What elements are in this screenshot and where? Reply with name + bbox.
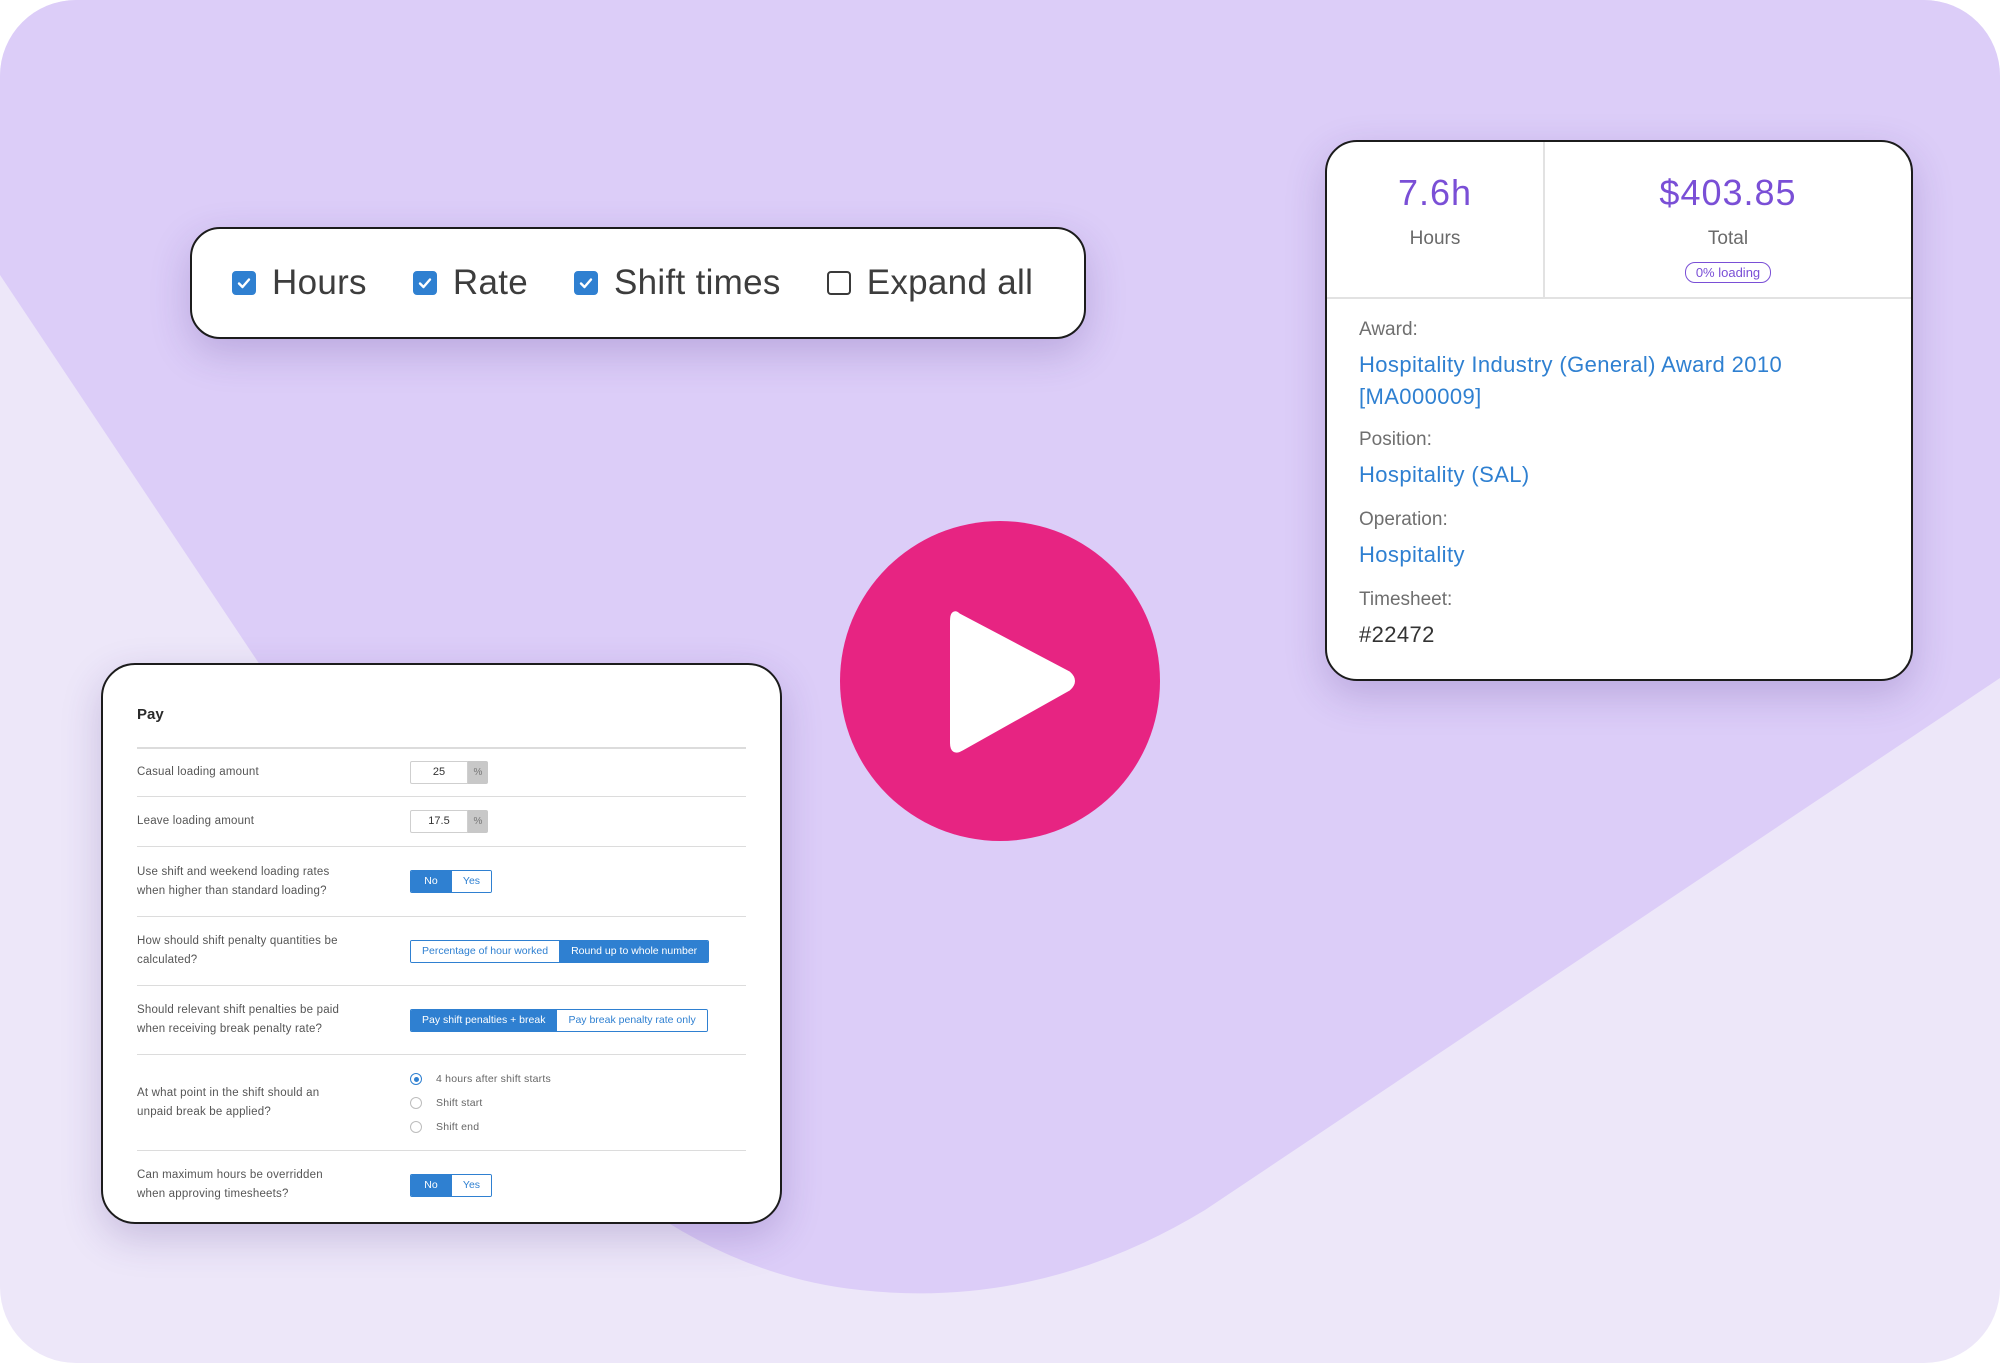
radio-label: Shift start — [436, 1097, 483, 1109]
label-line: At what point in the shift should an — [137, 1086, 320, 1099]
penalty-quantities-row: How should shift penalty quantities be c… — [137, 917, 746, 986]
filter-shift-times-label: Shift times — [614, 263, 781, 302]
casual-loading-label: Casual loading amount — [137, 766, 259, 778]
radio-4-hours-after-start[interactable]: 4 hours after shift starts — [410, 1067, 551, 1091]
pay-penalties-and-break-option[interactable]: Pay shift penalties + break — [411, 1009, 557, 1031]
label-line: Can maximum hours be overridden — [137, 1169, 323, 1181]
pay-break-rate-only-option[interactable]: Pay break penalty rate only — [556, 1009, 707, 1031]
max-hours-override-row: Can maximum hours be overridden when app… — [137, 1151, 746, 1219]
penalty-quantities-toggle: Percentage of hour worked Round up to wh… — [410, 939, 710, 963]
yes-option[interactable]: Yes — [451, 1174, 491, 1196]
play-icon — [950, 611, 1075, 753]
casual-loading-field: 25 % — [410, 761, 488, 784]
operation-link[interactable]: Hospitality — [1359, 539, 1879, 571]
filter-hours[interactable]: Hours — [232, 263, 367, 303]
unpaid-break-row: At what point in the shift should an unp… — [137, 1055, 746, 1151]
total-label: Total — [1707, 228, 1749, 249]
award-name: Hospitality Industry (General) Award 201… — [1359, 352, 1783, 377]
break-penalty-toggle: Pay shift penalties + break Pay break pe… — [410, 1008, 708, 1032]
break-penalty-row: Should relevant shift penalties be paid … — [137, 986, 746, 1055]
total-stat: $403.85 Total 0% loading — [1545, 142, 1911, 297]
radio-selected-icon[interactable] — [410, 1073, 422, 1085]
hours-value: 7.6h — [1397, 172, 1473, 213]
label-line: when receiving break penalty rate? — [137, 1023, 323, 1035]
position-label: Position: — [1359, 429, 1432, 450]
leave-loading-input[interactable]: 17.5 — [410, 810, 468, 833]
award-link[interactable]: Hospitality Industry (General) Award 201… — [1359, 349, 1879, 413]
play-video-button[interactable] — [840, 521, 1160, 841]
timesheet-summary-card: 7.6h Hours $403.85 Total 0% loading Awar… — [1325, 140, 1913, 681]
checkbox-checked-icon[interactable] — [574, 271, 599, 295]
unpaid-break-radio-group: 4 hours after shift starts Shift start S… — [410, 1067, 551, 1139]
position-link[interactable]: Hospitality (SAL) — [1359, 459, 1879, 491]
unpaid-break-label: At what point in the shift should an unp… — [137, 1084, 387, 1122]
summary-stats: 7.6h Hours $403.85 Total 0% loading — [1327, 142, 1911, 299]
radio-label: 4 hours after shift starts — [436, 1073, 551, 1085]
filter-rate[interactable]: Rate — [412, 263, 529, 303]
radio-label: Shift end — [436, 1121, 480, 1133]
filter-expand-all-label: Expand all — [866, 263, 1034, 302]
leave-loading-field: 17.5 % — [410, 810, 488, 833]
max-hours-override-toggle: No Yes — [410, 1173, 492, 1197]
label-line: calculated? — [137, 954, 198, 966]
label-line: How should shift penalty quantities be — [137, 935, 338, 947]
pay-section-title: Pay — [137, 706, 164, 723]
penalty-quantities-label: How should shift penalty quantities be c… — [137, 932, 387, 970]
no-option[interactable]: No — [411, 1174, 451, 1196]
max-hours-override-label: Can maximum hours be overridden when app… — [137, 1166, 387, 1204]
percent-suffix: % — [468, 810, 488, 833]
total-value: $403.85 — [1659, 172, 1797, 213]
radio-shift-start[interactable]: Shift start — [410, 1091, 551, 1115]
filter-shift-times[interactable]: Shift times — [574, 263, 781, 303]
radio-shift-end[interactable]: Shift end — [410, 1115, 551, 1139]
display-options-bar: Hours Rate Shift times Expand all — [190, 227, 1086, 339]
timesheet-label: Timesheet: — [1359, 589, 1453, 610]
filter-rate-label: Rate — [452, 263, 529, 302]
round-up-option[interactable]: Round up to whole number — [559, 940, 709, 962]
operation-label: Operation: — [1359, 509, 1448, 530]
hero-canvas: Hours Rate Shift times Expand all 7.6h H… — [0, 0, 2000, 1363]
label-line: Use shift and weekend loading rates — [137, 865, 330, 878]
label-line: Should relevant shift penalties be paid — [137, 1004, 340, 1016]
summary-details: Award: Hospitality Industry (General) Aw… — [1327, 299, 1911, 651]
checkbox-checked-icon[interactable] — [232, 271, 256, 295]
hours-stat: 7.6h Hours — [1327, 142, 1545, 297]
no-option[interactable]: No — [411, 871, 451, 892]
percentage-of-hour-option[interactable]: Percentage of hour worked — [411, 940, 560, 962]
award-code: [MA000009] — [1359, 384, 1482, 409]
label-line: when approving timesheets? — [137, 1188, 289, 1200]
shift-weekend-rates-toggle: No Yes — [410, 870, 492, 893]
checkbox-checked-icon[interactable] — [412, 271, 437, 295]
yes-option[interactable]: Yes — [451, 871, 491, 892]
label-line: when higher than standard loading? — [137, 884, 327, 897]
loading-badge: 0% loading — [1684, 262, 1772, 283]
shift-weekend-rates-row: Use shift and weekend loading rates when… — [137, 847, 746, 917]
break-penalty-label: Should relevant shift penalties be paid … — [137, 1001, 387, 1039]
filter-expand-all[interactable]: Expand all — [826, 263, 1034, 303]
checkbox-unchecked-icon[interactable] — [826, 271, 851, 295]
casual-loading-input[interactable]: 25 — [410, 761, 468, 784]
pay-settings-card: Pay Casual loading amount 25 % Leave loa… — [101, 663, 782, 1224]
shift-weekend-rates-label: Use shift and weekend loading rates when… — [137, 863, 387, 901]
hours-label: Hours — [1409, 228, 1461, 249]
label-line: unpaid break be applied? — [137, 1105, 271, 1118]
percent-suffix: % — [468, 761, 488, 784]
radio-unselected-icon[interactable] — [410, 1097, 422, 1109]
radio-unselected-icon[interactable] — [410, 1121, 422, 1133]
filter-hours-label: Hours — [272, 263, 367, 302]
timesheet-number: #22472 — [1359, 622, 1435, 647]
award-label: Award: — [1359, 319, 1418, 340]
casual-loading-row: Casual loading amount 25 % — [137, 749, 746, 797]
leave-loading-label: Leave loading amount — [137, 815, 255, 827]
leave-loading-row: Leave loading amount 17.5 % — [137, 797, 746, 847]
